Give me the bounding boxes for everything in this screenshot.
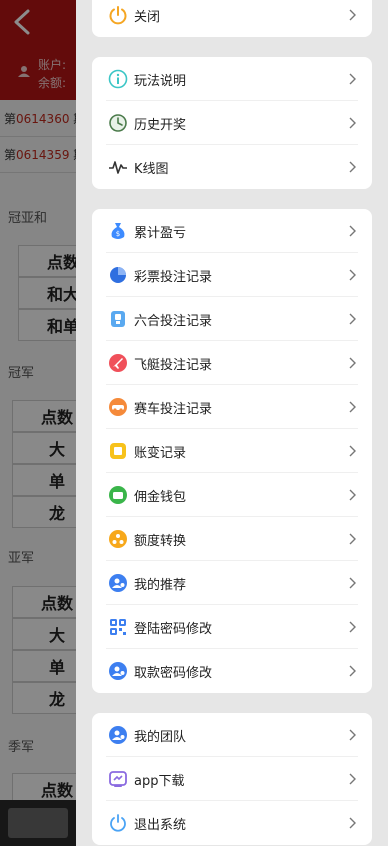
menu-item-label: 玩法说明 <box>134 74 187 89</box>
menu-item-credit-transfer[interactable]: 额度转换 <box>106 517 358 561</box>
document-icon <box>111 311 125 327</box>
wallet-icon <box>109 486 127 504</box>
menu-card-close: 关闭 <box>92 0 372 37</box>
menu-item-label: 彩票投注记录 <box>134 270 213 285</box>
kline-icon <box>109 161 127 174</box>
chevron-right-icon <box>349 357 356 369</box>
info-icon <box>108 69 128 89</box>
menu-item-label: K线图 <box>134 162 169 177</box>
chevron-right-icon <box>349 9 356 21</box>
transfer-icon <box>109 530 127 548</box>
pie-icon <box>110 267 126 283</box>
chevron-right-icon <box>349 533 356 545</box>
menu-item-label: 六合投注记录 <box>134 314 213 329</box>
chevron-right-icon <box>349 117 356 129</box>
menu-item-commission-wallet[interactable]: 佣金钱包 <box>106 473 358 517</box>
menu-item-racing-bets[interactable]: 赛车投注记录 <box>106 385 358 429</box>
chevron-right-icon <box>349 269 356 281</box>
menu-item-kline[interactable]: K线图 <box>106 145 358 189</box>
menu-item-label: 关闭 <box>134 10 161 25</box>
menu-item-label: 佣金钱包 <box>134 490 187 505</box>
menu-item-profit-loss[interactable]: $ 累计盈亏 <box>106 209 358 253</box>
menu-item-history[interactable]: 历史开奖 <box>106 101 358 145</box>
key-icon <box>109 662 127 680</box>
car-icon <box>109 398 127 416</box>
menu-card-account: 我的团队 app下载 退出系统 <box>92 713 372 845</box>
menu-item-app-download[interactable]: app下载 <box>106 757 358 801</box>
chevron-right-icon <box>349 729 356 741</box>
menu-card-info: 玩法说明 历史开奖 K线图 <box>92 57 372 189</box>
menu-item-label: 我的团队 <box>134 730 187 745</box>
plane-icon <box>109 354 127 372</box>
menu-item-close[interactable]: 关闭 <box>106 0 358 37</box>
menu-item-label: 登陆密码修改 <box>134 622 213 637</box>
side-drawer: 关闭 玩法说明 历史开奖 K线图 $ 累计盈亏 彩票投注记录 六合投注记录 飞艇… <box>76 0 388 846</box>
menu-item-label: 我的推荐 <box>134 578 187 593</box>
menu-item-account-changes[interactable]: 账变记录 <box>106 429 358 473</box>
ledger-icon <box>110 443 126 459</box>
menu-item-label: 历史开奖 <box>134 118 187 133</box>
menu-item-login-password[interactable]: 登陆密码修改 <box>106 605 358 649</box>
menu-item-airship-bets[interactable]: 飞艇投注记录 <box>106 341 358 385</box>
team-icon <box>109 726 127 744</box>
chevron-right-icon <box>349 73 356 85</box>
chevron-right-icon <box>349 225 356 237</box>
chevron-right-icon <box>349 489 356 501</box>
chevron-right-icon <box>349 621 356 633</box>
menu-item-label: 累计盈亏 <box>134 226 187 241</box>
download-icon <box>109 771 127 787</box>
moneybag-icon: $ <box>111 223 125 239</box>
menu-item-rules[interactable]: 玩法说明 <box>106 57 358 101</box>
menu-card-records: $ 累计盈亏 彩票投注记录 六合投注记录 飞艇投注记录 赛车投注记录 账变记录 … <box>92 209 372 693</box>
menu-item-label: 赛车投注记录 <box>134 402 213 417</box>
svg-text:$: $ <box>116 230 120 238</box>
clock-icon <box>109 114 127 132</box>
menu-item-label: 额度转换 <box>134 534 187 549</box>
menu-item-label: 飞艇投注记录 <box>134 358 213 373</box>
chevron-right-icon <box>349 313 356 325</box>
menu-item-label: 退出系统 <box>134 818 187 833</box>
menu-item-withdraw-password[interactable]: 取款密码修改 <box>106 649 358 693</box>
chevron-right-icon <box>349 445 356 457</box>
menu-item-my-team[interactable]: 我的团队 <box>106 713 358 757</box>
menu-item-label: app下载 <box>134 774 185 789</box>
menu-item-lottery-bets[interactable]: 彩票投注记录 <box>106 253 358 297</box>
chevron-right-icon <box>349 161 356 173</box>
chevron-right-icon <box>349 401 356 413</box>
chevron-right-icon <box>349 665 356 677</box>
referral-icon <box>109 574 127 592</box>
menu-item-label: 账变记录 <box>134 446 187 461</box>
chevron-right-icon <box>349 817 356 829</box>
menu-item-my-referrals[interactable]: 我的推荐 <box>106 561 358 605</box>
logout-icon <box>110 814 126 832</box>
chevron-right-icon <box>349 773 356 785</box>
menu-item-label: 取款密码修改 <box>134 666 213 681</box>
chevron-right-icon <box>349 577 356 589</box>
power-icon <box>109 6 127 25</box>
menu-item-logout[interactable]: 退出系统 <box>106 801 358 845</box>
qr-grid-icon <box>110 619 126 635</box>
menu-item-mark-six-bets[interactable]: 六合投注记录 <box>106 297 358 341</box>
